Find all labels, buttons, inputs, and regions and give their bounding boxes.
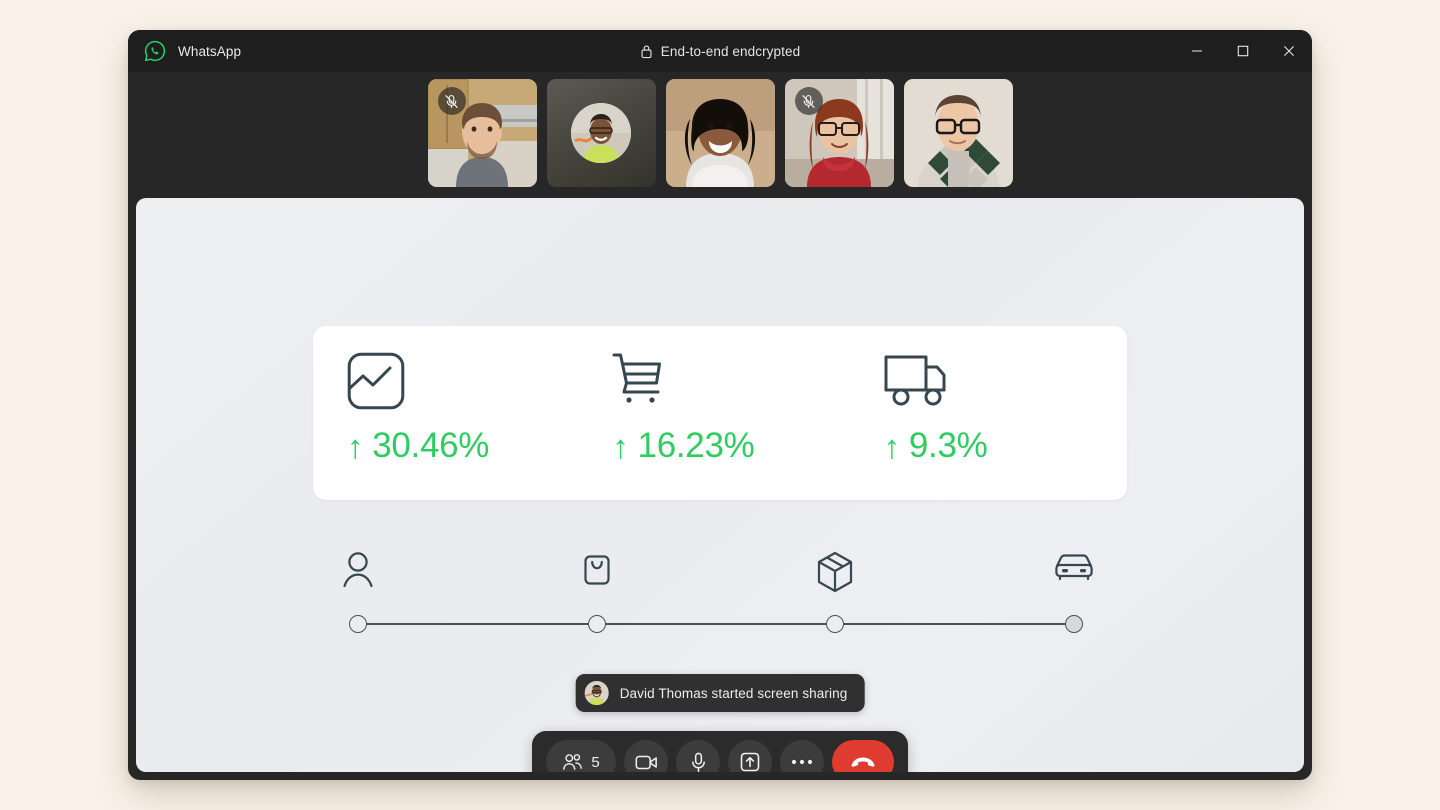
metric-item: ↑ 16.23% (590, 326, 855, 500)
participant-video (903, 79, 1013, 187)
stepper-line (367, 623, 1065, 625)
participant-count: 5 (591, 753, 600, 771)
metric-item: ↑ 9.3% (856, 326, 1127, 500)
encryption-label: End-to-end endcrypted (660, 43, 801, 59)
metric-value: ↑ 30.46% (347, 426, 590, 466)
avatar (584, 681, 609, 705)
stepper-dot[interactable] (587, 615, 606, 633)
participant-tile[interactable] (546, 79, 656, 187)
stepper-icons (343, 550, 1093, 598)
shopping-cart-icon (612, 350, 855, 412)
titlebar-brand: WhatsApp (128, 39, 241, 63)
metrics-card: ↑ 30.46% ↑ 16.23% ↑ 9.3% (313, 326, 1127, 500)
maximize-icon[interactable] (1220, 30, 1266, 72)
participant-tile[interactable] (784, 79, 894, 187)
stepper-dot[interactable] (349, 615, 367, 633)
share-screen-icon (740, 752, 760, 772)
delivery-truck-icon (884, 350, 1127, 412)
lock-icon (640, 44, 653, 59)
participant-video (665, 79, 775, 187)
up-arrow-icon: ↑ (612, 427, 629, 465)
toast-message: David Thomas started screen sharing (619, 685, 848, 701)
user-icon (341, 550, 375, 590)
encryption-indicator: End-to-end endcrypted (128, 44, 1312, 59)
call-control-bar: 5 (532, 731, 908, 772)
car-icon (1054, 550, 1094, 586)
participant-tile[interactable] (427, 79, 537, 187)
shared-screen-area: ↑ 30.46% ↑ 16.23% ↑ 9.3% David Thomas st… (136, 198, 1304, 772)
titlebar: WhatsApp End-to-end endcrypted (128, 30, 1312, 72)
phone-hangup-icon (850, 755, 876, 769)
stepper-dot[interactable] (826, 615, 845, 633)
up-arrow-icon: ↑ (883, 427, 901, 465)
chart-line-icon (347, 350, 590, 412)
order-journey-stepper (343, 550, 1093, 650)
metric-number: 9.3% (908, 426, 988, 465)
microphone-button[interactable] (676, 740, 720, 772)
share-screen-button[interactable] (728, 740, 772, 772)
participant-tile[interactable] (665, 79, 775, 187)
video-camera-icon (635, 754, 658, 771)
metric-number: 16.23% (637, 426, 755, 465)
app-title: WhatsApp (178, 43, 242, 59)
avatar (571, 103, 631, 163)
window-controls (1174, 30, 1312, 72)
whatsapp-logo-icon (143, 39, 167, 63)
participants-button[interactable]: 5 (546, 740, 616, 772)
mic-off-icon (794, 87, 823, 115)
mic-off-icon (437, 87, 466, 115)
close-icon[interactable] (1266, 30, 1312, 72)
up-arrow-icon: ↑ (347, 427, 364, 465)
stepper-track (349, 615, 1083, 633)
metric-item: ↑ 30.46% (313, 326, 590, 500)
stepper-dot[interactable] (1065, 615, 1083, 633)
package-box-icon (815, 550, 855, 594)
people-icon (562, 753, 583, 772)
more-options-button[interactable] (780, 740, 824, 772)
metric-value: ↑ 16.23% (612, 426, 855, 466)
ellipsis-icon (791, 759, 813, 765)
screen-share-toast: David Thomas started screen sharing (575, 674, 865, 712)
minimize-icon[interactable] (1174, 30, 1220, 72)
participant-strip (128, 72, 1312, 194)
shopping-bag-icon (580, 550, 614, 590)
participant-avatar-background (546, 79, 656, 187)
metric-value: ↑ 9.3% (884, 426, 1127, 466)
end-call-button[interactable] (832, 740, 894, 772)
whatsapp-window: WhatsApp End-to-end endcrypted ↑ 30.46% … (128, 30, 1312, 780)
camera-button[interactable] (624, 740, 668, 772)
metric-number: 30.46% (372, 426, 490, 465)
participant-tile[interactable] (903, 79, 1013, 187)
microphone-icon (690, 752, 707, 773)
